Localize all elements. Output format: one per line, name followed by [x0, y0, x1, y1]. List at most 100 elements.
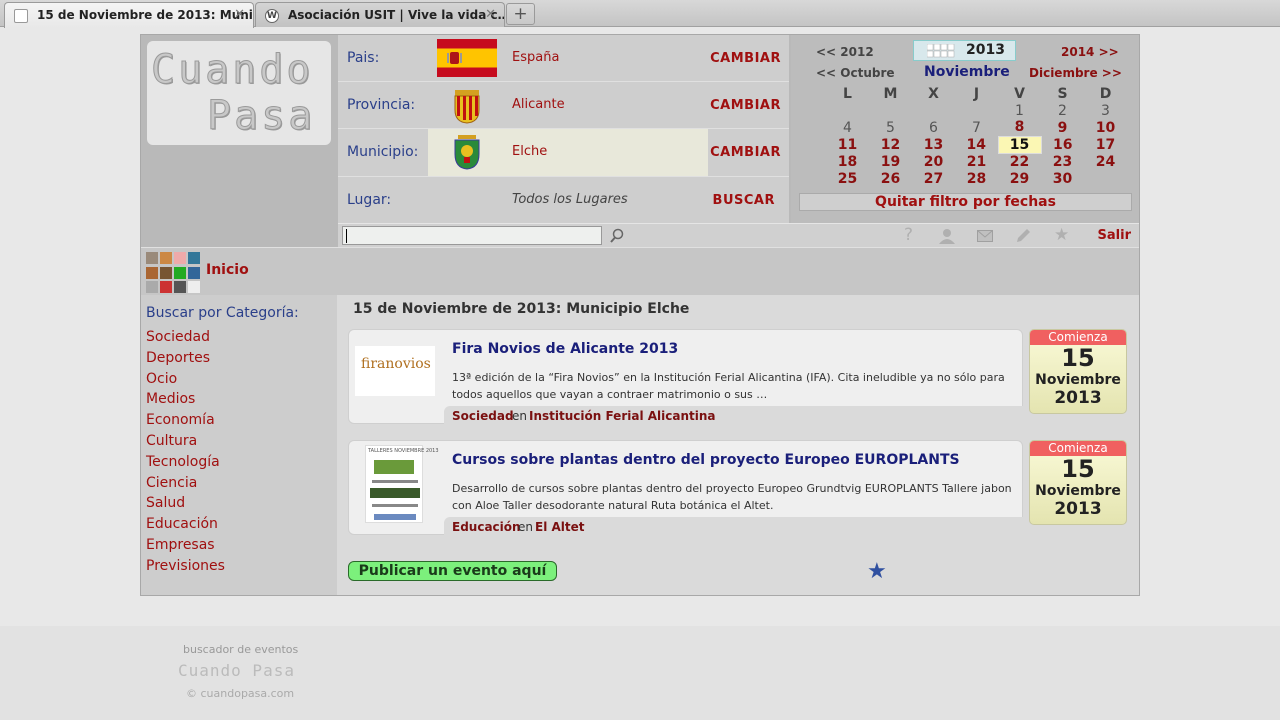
calendar-day-link[interactable]: 29 [998, 170, 1041, 187]
search-place-button[interactable]: BUSCAR [713, 193, 775, 208]
calendar-grid-icon [927, 44, 955, 58]
next-month-link[interactable]: Diciembre >> [1029, 66, 1122, 80]
event-description: 13ª edición de la “Fira Novios” en la In… [452, 371, 1005, 401]
spain-flag-icon [437, 39, 497, 77]
calendar-day-link[interactable]: 23 [1041, 153, 1084, 170]
calendar-day-link[interactable]: 18 [826, 153, 869, 170]
footer-logo: Cuando Pasa [178, 661, 295, 680]
country-value: España [512, 50, 560, 65]
search-icon[interactable] [609, 228, 625, 244]
category-link-economia[interactable]: Economía [146, 412, 215, 428]
calendar-day [869, 102, 912, 119]
category-link-sociedad[interactable]: Sociedad [146, 329, 210, 345]
calendar-day-link[interactable]: 16 [1041, 136, 1084, 153]
event-thumbnail[interactable]: firanovios [355, 346, 435, 396]
category-link-ciencia[interactable]: Ciencia [146, 475, 197, 491]
change-municipality-button[interactable]: CAMBIAR [710, 145, 781, 160]
calendar-day-link[interactable]: 28 [955, 170, 998, 187]
year-selector[interactable]: 2013 [913, 40, 1016, 61]
category-link-previsiones[interactable]: Previsiones [146, 558, 225, 574]
logout-link[interactable]: Salir [1098, 228, 1131, 243]
category-link-deportes[interactable]: Deportes [146, 350, 210, 366]
site-logo[interactable]: Cuando Pasa [147, 41, 331, 145]
country-row: Pais: España CAMBIAR [338, 35, 789, 82]
star-icon[interactable]: ★ [1054, 225, 1069, 245]
calendar-day-link[interactable]: 8 [998, 119, 1041, 136]
calendar-day-link[interactable]: 27 [912, 170, 955, 187]
calendar-day-link[interactable]: 26 [869, 170, 912, 187]
category-link-tecnologia[interactable]: Tecnología [146, 454, 220, 470]
calendar-day-link[interactable]: 21 [955, 153, 998, 170]
calendar-grid: L M X J V S D 1 2 3 4 5 6 7 8 9 10 11 12… [826, 85, 1127, 187]
calendar-day-link[interactable]: 17 [1084, 136, 1127, 153]
prev-month-link[interactable]: << Octubre [816, 66, 895, 80]
category-link-salud[interactable]: Salud [146, 495, 185, 511]
publish-event-button[interactable]: Publicar un evento aquí [348, 561, 557, 581]
weekday-header: X [928, 85, 939, 102]
event-title-link[interactable]: Cursos sobre plantas dentro del proyecto… [452, 452, 960, 468]
browser-tab-active[interactable]: 15 de Noviembre de 2013: Muni… ✕ [4, 2, 254, 28]
calendar-day-link[interactable]: 13 [912, 136, 955, 153]
province-label: Provincia: [347, 97, 416, 113]
browser-tab[interactable]: W Asociación USIT | Vive la vida c… ✕ [255, 2, 505, 27]
change-country-button[interactable]: CAMBIAR [710, 51, 781, 66]
calendar-day-link[interactable]: 14 [955, 136, 998, 153]
event-connector: en [512, 409, 527, 423]
calendar-day-link[interactable]: 25 [826, 170, 869, 187]
event-category-link[interactable]: Sociedad [452, 409, 514, 423]
page-title: 15 de Noviembre de 2013: Municipio Elche [353, 301, 690, 317]
help-icon[interactable]: ? [904, 225, 913, 245]
calendar-day-link[interactable]: 20 [912, 153, 955, 170]
weekday-header: L [843, 85, 852, 102]
badge-day: 15 [1061, 344, 1095, 372]
month-title: Noviembre [924, 64, 1010, 80]
category-link-educacion[interactable]: Educación [146, 516, 218, 532]
change-province-button[interactable]: CAMBIAR [710, 98, 781, 113]
category-link-ocio[interactable]: Ocio [146, 371, 177, 387]
event-connector: en [518, 520, 533, 534]
calendar-day: 4 [843, 119, 852, 136]
category-link-cultura[interactable]: Cultura [146, 433, 197, 449]
favorite-star-icon[interactable]: ★ [867, 559, 887, 584]
close-tab-icon[interactable]: ✕ [234, 7, 245, 22]
event-date-badge: Comienza 15 Noviembre 2013 [1029, 329, 1127, 414]
calendar-day-link[interactable] [1084, 170, 1127, 187]
mail-icon[interactable] [977, 230, 993, 242]
municipality-shield-icon [454, 135, 480, 170]
calendar-day-selected[interactable]: 15 [997, 135, 1042, 154]
home-bar: Inicio [141, 247, 1139, 295]
prev-year-link[interactable]: << 2012 [816, 45, 874, 59]
footer: buscador de eventos Cuando Pasa © cuando… [0, 626, 1280, 720]
category-link-medios[interactable]: Medios [146, 391, 195, 407]
calendar-day-link[interactable]: 11 [826, 136, 869, 153]
event-category-link[interactable]: Educación [452, 520, 521, 534]
category-mosaic-icon[interactable] [146, 252, 201, 294]
user-icon[interactable] [938, 228, 956, 244]
event-place-link[interactable]: El Altet [535, 520, 585, 534]
category-link-empresas[interactable]: Empresas [146, 537, 215, 553]
badge-month: Noviembre [1035, 372, 1121, 388]
close-tab-icon[interactable]: ✕ [485, 7, 496, 22]
event-place-link[interactable]: Institución Ferial Alicantina [529, 409, 716, 423]
weekday-header: M [883, 85, 898, 102]
weekday-header: S [1057, 85, 1068, 102]
calendar-day-link[interactable]: 19 [869, 153, 912, 170]
badge-month: Noviembre [1035, 483, 1121, 499]
event-title-link[interactable]: Fira Novios de Alicante 2013 [452, 341, 678, 357]
calendar-day-link[interactable]: 9 [1041, 119, 1084, 136]
calendar-day-link[interactable]: 24 [1084, 153, 1127, 170]
calendar-day-link[interactable]: 10 [1084, 119, 1127, 136]
new-tab-button[interactable]: + [506, 3, 535, 25]
next-year-link[interactable]: 2014 >> [1061, 45, 1119, 59]
search-input[interactable] [342, 226, 602, 245]
clear-date-filter-button[interactable]: Quitar filtro por fechas [799, 193, 1132, 211]
logo-line-2: Pasa [206, 93, 316, 140]
calendar-day-link[interactable]: 12 [869, 136, 912, 153]
thumbnail-text: TALLERES NOVIEMBRE 2013 [368, 448, 439, 454]
calendar-day-link[interactable]: 22 [998, 153, 1041, 170]
home-link[interactable]: Inicio [206, 262, 249, 278]
event-thumbnail[interactable]: TALLERES NOVIEMBRE 2013 [365, 445, 439, 523]
pencil-icon[interactable] [1015, 228, 1031, 244]
event-footer: Educación en El Altet [444, 517, 1024, 536]
calendar-day-link[interactable]: 30 [1041, 170, 1084, 187]
